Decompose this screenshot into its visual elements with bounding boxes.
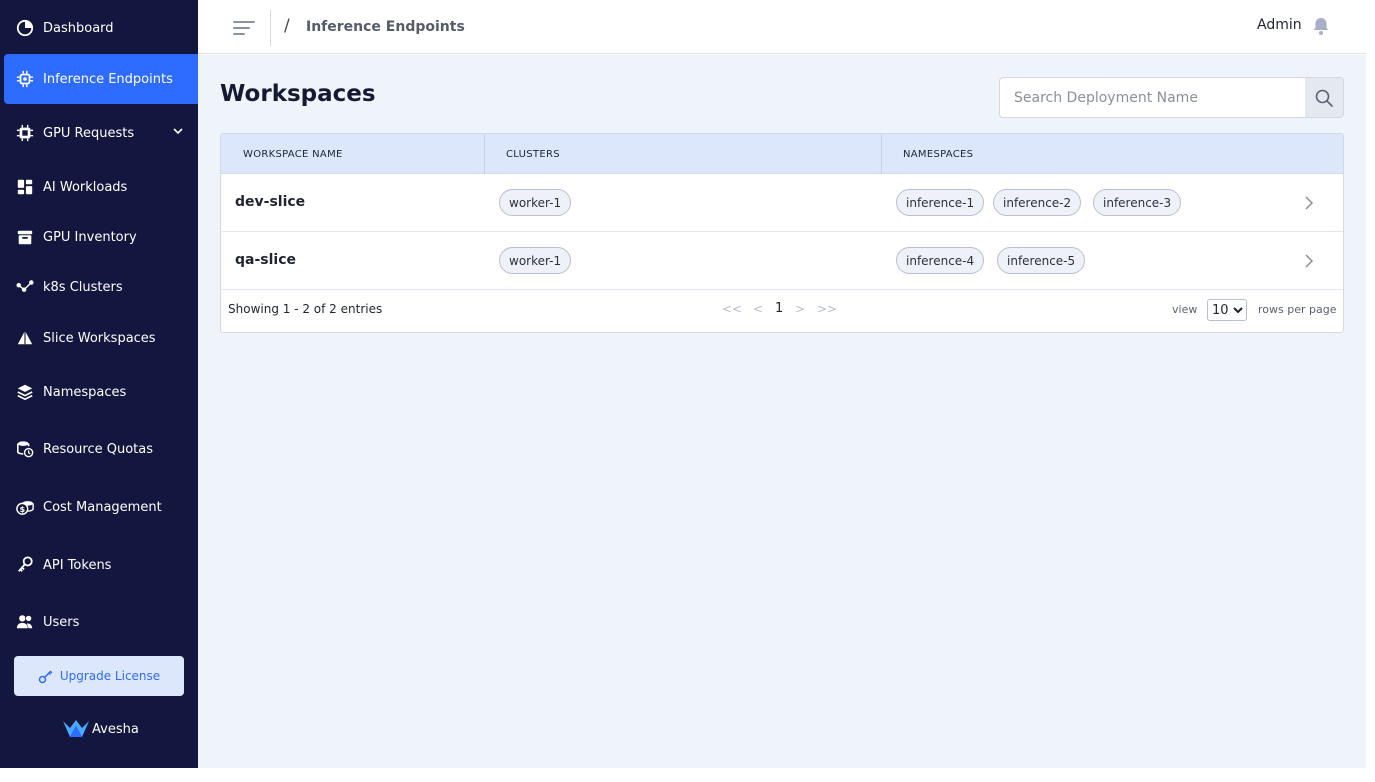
key-icon [38,670,53,684]
upgrade-license-label: Upgrade License [59,669,161,683]
namespace-chip: inference-3 [1093,189,1182,216]
breadcrumb: Inference Endpoints [306,19,465,35]
current-page[interactable]: 1 [775,301,783,316]
last-page-button[interactable]: >> [817,302,837,316]
sidebar-item-label: k8s Clusters [43,279,123,295]
sidebar-item-label: GPU Requests [43,125,135,141]
archive-box-icon [15,227,35,247]
key-icon [15,555,35,575]
layers-icon [15,382,35,402]
sidebar-item-label: Dashboard [43,20,114,36]
user-name[interactable]: Admin [1257,17,1302,33]
bell-icon[interactable] [1311,16,1331,36]
workspaces-table: WORKSPACE NAME CLUSTERS NAMESPACES dev-s… [220,133,1344,333]
nodes-icon [15,277,35,297]
sidebar-item-api-tokens[interactable]: API Tokens [0,540,198,590]
brand-name: Avesha [92,721,139,737]
sidebar-item-dashboard[interactable]: Dashboard [0,3,198,53]
table-row[interactable]: qa-slice worker-1 inference-4 inference-… [221,232,1343,290]
sidebar: Dashboard Inference Endpoints GPU Reques… [0,0,198,768]
sidebar-item-gpu-inventory[interactable]: GPU Inventory [0,212,198,262]
svg-text:$: $ [19,504,25,514]
rows-per-page-label: rows per page [1258,303,1337,316]
upgrade-license-button[interactable]: Upgrade License [14,656,184,696]
sidebar-item-k8s-clusters[interactable]: k8s Clusters [0,262,198,312]
table-header: WORKSPACE NAME CLUSTERS NAMESPACES [221,134,1343,174]
sidebar-item-label: GPU Inventory [43,229,137,245]
pie-chart-icon [15,18,35,38]
workspace-name: dev-slice [235,194,306,210]
view-label: view [1172,303,1198,316]
table-row[interactable]: dev-slice worker-1 inference-1 inference… [221,174,1343,232]
database-clock-icon [15,439,35,459]
grid-icon [15,177,35,197]
sidebar-item-namespaces[interactable]: Namespaces [0,367,198,417]
column-header-clusters[interactable]: CLUSTERS [484,134,881,174]
search-icon [1315,89,1333,107]
menu-toggle-icon[interactable] [232,18,256,38]
top-bar: / Inference Endpoints Admin [198,0,1366,54]
chevron-right-icon[interactable] [1301,252,1317,270]
page-title: Workspaces [220,81,376,107]
main-content: Workspaces WORKSPACE NAME CLUSTERS NAMES… [198,55,1366,768]
namespace-chip: inference-4 [896,247,985,274]
first-page-button[interactable]: << [722,302,742,316]
prev-page-button[interactable]: < [753,302,763,316]
namespace-chip: inference-2 [993,189,1082,216]
sidebar-item-label: Slice Workspaces [43,330,156,346]
sidebar-item-inference-endpoints[interactable]: Inference Endpoints [4,54,198,104]
next-page-button[interactable]: > [795,302,805,316]
chip-gear-icon [15,69,35,89]
entries-count: Showing 1 - 2 of 2 entries [228,302,383,316]
cpu-icon [15,123,35,143]
sidebar-item-label: Cost Management [43,499,162,515]
sidebar-item-label: Inference Endpoints [43,71,173,87]
sidebar-item-label: Namespaces [43,384,127,400]
namespace-chip: inference-1 [896,189,985,216]
dollar-coins-icon: $ [15,497,35,517]
rows-per-page-select[interactable]: 10 [1207,299,1247,321]
pyramid-icon [15,328,35,348]
sidebar-item-cost-management[interactable]: $ Cost Management [0,482,198,532]
search-input[interactable] [1000,78,1305,117]
divider [270,10,271,46]
chevron-right-icon[interactable] [1301,194,1317,212]
search-box [999,77,1344,118]
namespace-chip: inference-5 [997,247,1086,274]
column-header-workspace-name[interactable]: WORKSPACE NAME [221,134,484,174]
sidebar-item-label: AI Workloads [43,179,128,195]
cluster-chip: worker-1 [499,247,572,274]
sidebar-item-resource-quotas[interactable]: Resource Quotas [0,424,198,474]
chevron-down-icon[interactable] [172,125,184,137]
sidebar-item-label: Resource Quotas [43,441,154,457]
cluster-chip: worker-1 [499,189,572,216]
sidebar-item-ai-workloads[interactable]: AI Workloads [0,162,198,212]
avesha-logo-icon [63,720,89,737]
sidebar-item-gpu-requests[interactable]: GPU Requests [0,108,198,158]
sidebar-item-slice-workspaces[interactable]: Slice Workspaces [0,313,198,363]
column-header-namespaces[interactable]: NAMESPACES [881,134,1343,174]
brand-logo: Avesha [62,716,139,742]
sidebar-item-label: Users [43,614,80,630]
workspace-name: qa-slice [235,252,297,268]
breadcrumb-separator: / [284,16,290,36]
sidebar-item-users[interactable]: Users [0,597,198,647]
users-icon [15,612,35,632]
search-button[interactable] [1305,78,1343,117]
sidebar-item-label: API Tokens [43,557,112,573]
